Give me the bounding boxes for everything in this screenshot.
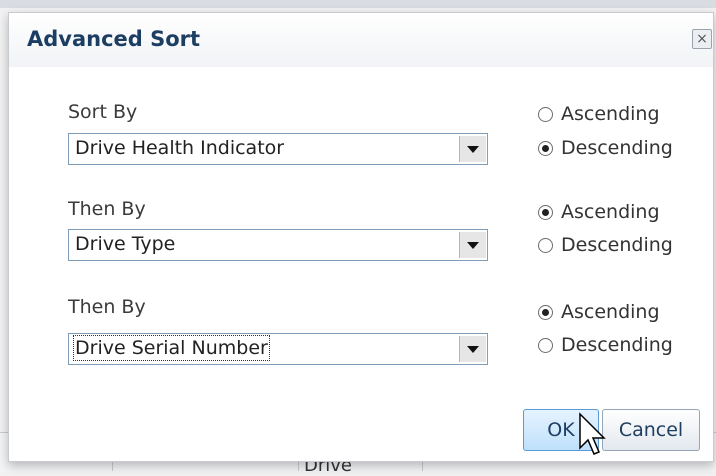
dialog-titlebar: Advanced Sort × (9, 13, 713, 67)
then-by-2-descending-radio[interactable]: Descending (538, 334, 673, 358)
radio-label: Descending (561, 137, 673, 159)
radio-checked-icon[interactable] (538, 204, 553, 220)
then-by-ascending-radio[interactable]: Ascending (538, 201, 660, 225)
sort-by-select[interactable]: Drive Health Indicator (68, 133, 488, 165)
radio-unchecked-icon[interactable] (538, 237, 553, 253)
then-by-descending-radio[interactable]: Descending (538, 234, 673, 258)
radio-label: Ascending (561, 301, 660, 323)
radio-label: Descending (561, 334, 673, 356)
sort-by-label: Sort By (68, 101, 138, 123)
radio-label: Ascending (561, 201, 660, 223)
then-by-value: Drive Type (75, 233, 176, 255)
radio-checked-icon[interactable] (538, 140, 553, 156)
then-by-2-ascending-radio[interactable]: Ascending (538, 301, 660, 325)
dialog-title: Advanced Sort (27, 27, 201, 51)
chevron-down-icon[interactable] (459, 136, 486, 162)
radio-label: Ascending (561, 103, 660, 125)
then-by-value-2: Drive Serial Number (73, 335, 270, 361)
close-icon[interactable]: × (692, 29, 712, 49)
sort-by-descending-radio[interactable]: Descending (538, 137, 673, 161)
sort-by-ascending-radio[interactable]: Ascending (538, 103, 660, 127)
background-header (0, 0, 716, 8)
then-by-select-2[interactable]: Drive Serial Number (68, 333, 488, 365)
cancel-button[interactable]: Cancel (602, 409, 700, 451)
radio-checked-icon[interactable] (538, 304, 553, 320)
chevron-down-icon[interactable] (459, 232, 486, 258)
chevron-down-icon[interactable] (459, 336, 486, 362)
then-by-select[interactable]: Drive Type (68, 229, 488, 261)
then-by-label: Then By (68, 198, 146, 220)
sort-by-value: Drive Health Indicator (75, 137, 285, 159)
radio-unchecked-icon[interactable] (538, 337, 553, 353)
radio-label: Descending (561, 234, 673, 256)
mouse-cursor-icon (579, 412, 606, 455)
then-by-label-2: Then By (68, 296, 146, 318)
advanced-sort-dialog: Advanced Sort × Sort By Drive Health Ind… (8, 12, 714, 462)
radio-unchecked-icon[interactable] (538, 106, 553, 122)
